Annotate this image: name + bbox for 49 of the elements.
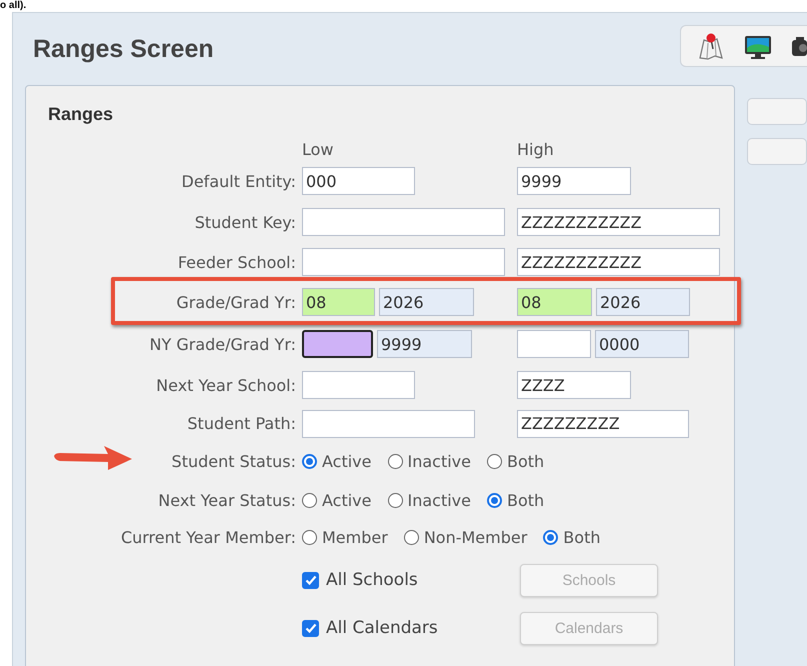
input-field[interactable]: ZZZZZZZZZZZ xyxy=(517,248,720,276)
field-label: Student Key: xyxy=(194,212,296,232)
field-label: NY Grade/Grad Yr: xyxy=(150,334,296,354)
input-field[interactable]: 2026 xyxy=(379,288,474,316)
input-field[interactable] xyxy=(302,330,373,358)
radio-option[interactable]: Active xyxy=(302,452,372,471)
radio-option[interactable]: Inactive xyxy=(388,452,471,471)
field-label: Student Path: xyxy=(187,414,296,433)
field-label: Current Year Member: xyxy=(120,528,296,547)
field-label: Feeder School: xyxy=(178,252,296,272)
check-icon xyxy=(304,573,318,587)
input-field[interactable] xyxy=(302,410,475,438)
input-field[interactable] xyxy=(302,208,505,236)
column-heading: Low xyxy=(302,140,334,159)
window-title: Ranges Screen xyxy=(33,34,214,64)
radio-option[interactable]: Non-Member xyxy=(404,528,528,547)
column-heading: High xyxy=(517,140,554,159)
input-field[interactable] xyxy=(302,248,505,276)
map-pin-icon[interactable] xyxy=(697,31,725,61)
input-field[interactable]: 000 xyxy=(302,167,415,195)
input-field[interactable]: 08 xyxy=(302,288,375,316)
field-label: Next Year School: xyxy=(156,376,296,394)
side-button[interactable] xyxy=(747,138,807,165)
field-label: Next Year Status: xyxy=(158,490,296,510)
input-field[interactable]: 0000 xyxy=(595,330,689,358)
radio-option[interactable]: Active xyxy=(302,490,372,510)
input-field[interactable] xyxy=(517,330,591,358)
radio-option[interactable]: Inactive xyxy=(388,490,471,510)
input-field[interactable]: 9999 xyxy=(517,167,631,195)
checkbox-option[interactable]: All Schools xyxy=(302,570,418,590)
side-button[interactable] xyxy=(747,98,807,125)
radio-option[interactable]: Both xyxy=(543,528,600,547)
check-icon xyxy=(304,621,318,635)
field-label: Grade/Grad Yr: xyxy=(176,292,296,312)
input-field[interactable]: 2026 xyxy=(596,288,690,316)
input-field[interactable]: 08 xyxy=(517,288,592,316)
checkbox-option[interactable]: All Calendars xyxy=(302,618,438,638)
field-label: Student Status: xyxy=(172,452,296,471)
input-field[interactable]: 9999 xyxy=(377,330,472,358)
radio-option[interactable]: Member xyxy=(302,528,388,547)
input-field[interactable]: ZZZZZZZZZZZ xyxy=(517,208,720,236)
radio-option[interactable]: Both xyxy=(487,490,544,510)
radio-option[interactable]: Both xyxy=(487,452,544,471)
caption-text: o all). xyxy=(0,0,26,11)
input-field[interactable] xyxy=(302,371,415,399)
input-field[interactable]: ZZZZ xyxy=(517,371,631,399)
field-label: Default Entity: xyxy=(182,172,296,190)
panel-title: Ranges xyxy=(47,103,114,126)
input-field[interactable]: ZZZZZZZZZ xyxy=(517,410,689,438)
